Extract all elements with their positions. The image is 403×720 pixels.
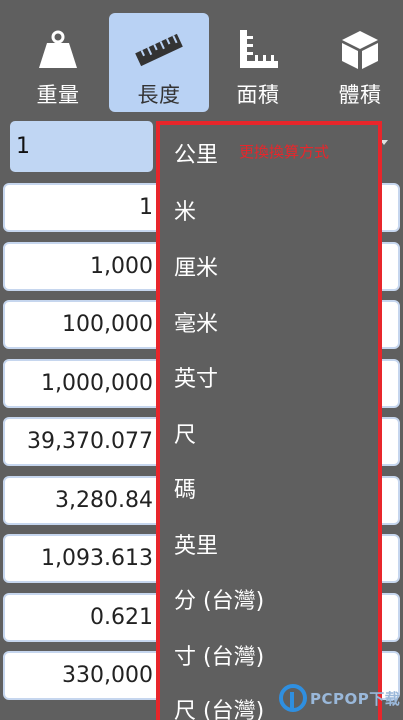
watermark-text: PCPOP下载 [310, 689, 401, 708]
dropdown-annotation: 更換換算方式 [239, 143, 330, 161]
result-value: 1,000 [90, 254, 153, 279]
tab-area-label: 面積 [236, 83, 280, 107]
tab-weight-label: 重量 [36, 83, 80, 107]
watermark: PCPOP下载 [279, 682, 400, 714]
result-value: 1,093.613 [41, 546, 153, 571]
tab-length[interactable]: 長度 [109, 13, 209, 112]
result-value: 0.621 [90, 605, 153, 630]
tab-volume-label: 體積 [338, 83, 382, 107]
unit-option[interactable]: 分 (台灣) [174, 583, 264, 615]
unit-option[interactable]: 尺 [174, 417, 196, 449]
unit-option[interactable]: 碼 [174, 472, 196, 504]
unit-option[interactable]: 公里 [174, 137, 218, 169]
cube-icon [335, 25, 385, 75]
unit-option[interactable]: 英寸 [174, 361, 218, 393]
result-value: 1,000,000 [41, 371, 153, 396]
unit-option[interactable]: 英里 [174, 528, 218, 560]
unit-option[interactable]: 厘米 [174, 250, 218, 282]
tab-volume[interactable]: 體積 [310, 13, 403, 112]
result-value: 1 [139, 195, 153, 220]
result-value: 100,000 [62, 312, 153, 337]
unit-option[interactable]: 尺 (台灣) [174, 693, 264, 720]
unit-option[interactable]: 米 [174, 194, 196, 226]
unit-option[interactable]: 毫米 [174, 306, 218, 338]
tab-weight[interactable]: 重量 [8, 13, 108, 112]
unit-option[interactable]: 寸 (台灣) [174, 639, 264, 671]
area-icon [233, 25, 283, 75]
category-tabs: 重量 長度 面積 體積 [0, 0, 403, 118]
pcpop-logo-icon [279, 684, 307, 712]
result-value: 39,370.077 [27, 429, 153, 454]
tab-length-label: 長度 [137, 83, 181, 107]
value-input[interactable]: 1 [10, 121, 153, 172]
unit-dropdown[interactable]: 公里 更換換算方式 米 厘米 毫米 英寸 尺 碼 英里 分 (台灣) 寸 (台灣… [156, 121, 382, 720]
tab-area[interactable]: 面積 [208, 13, 308, 112]
result-value: 3,280.84 [55, 488, 153, 513]
ruler-icon [134, 25, 184, 75]
weight-icon [33, 25, 83, 75]
result-value: 330,000 [62, 663, 153, 688]
